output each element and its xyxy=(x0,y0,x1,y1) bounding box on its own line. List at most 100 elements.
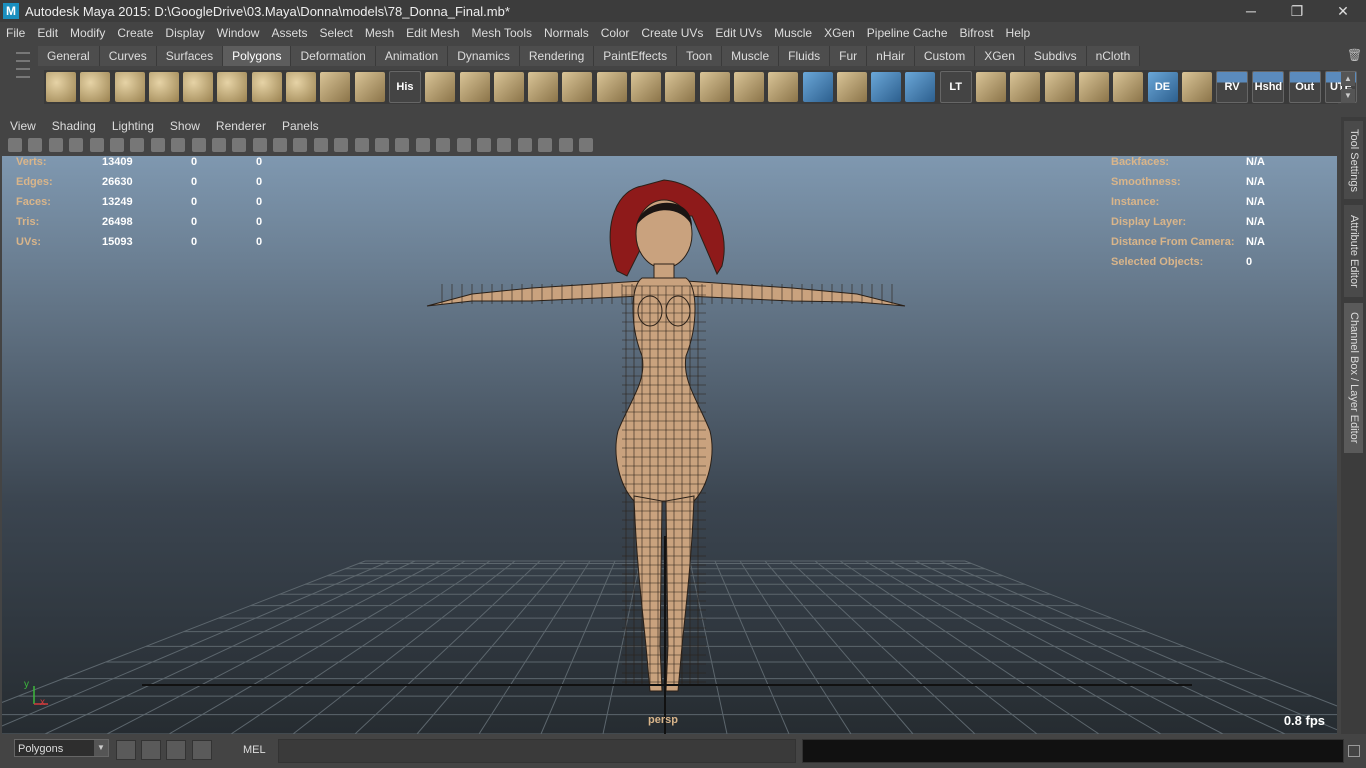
shelf-drag-handle[interactable] xyxy=(12,46,34,106)
scroll-down-icon[interactable]: ▼ xyxy=(1341,89,1355,103)
script-editor-icon[interactable] xyxy=(141,740,161,760)
menu-pipeline-cache[interactable]: Pipeline Cache xyxy=(861,26,954,40)
tab-subdivs[interactable]: Subdivs xyxy=(1024,46,1087,66)
separate-icon[interactable] xyxy=(699,72,730,102)
tab-deformation[interactable]: Deformation xyxy=(291,46,376,66)
ambient-occlusion-icon[interactable] xyxy=(395,138,410,152)
xray-icon[interactable] xyxy=(497,138,512,152)
menu-set-selector[interactable]: Polygons ▼ xyxy=(14,739,109,757)
uv-planar-icon[interactable] xyxy=(1044,72,1075,102)
menu-bifrost[interactable]: Bifrost xyxy=(954,26,1000,40)
bookmark-icon[interactable] xyxy=(48,138,63,152)
shadows-icon[interactable] xyxy=(375,138,390,152)
safe-title-icon[interactable] xyxy=(252,138,267,152)
menu-create-uvs[interactable]: Create UVs xyxy=(635,26,709,40)
tab-fur[interactable]: Fur xyxy=(830,46,868,66)
poly-cube-icon[interactable] xyxy=(80,72,111,102)
2d-pan-icon[interactable] xyxy=(89,138,104,152)
camera-attr-icon[interactable] xyxy=(28,138,43,152)
tab-curves[interactable]: Curves xyxy=(99,46,157,66)
uv-layout-icon[interactable] xyxy=(976,72,1007,102)
menu-mesh[interactable]: Mesh xyxy=(359,26,400,40)
out-icon[interactable]: Out xyxy=(1288,71,1321,103)
poly-cone-icon[interactable] xyxy=(148,72,179,102)
panel-menu-panels[interactable]: Panels xyxy=(274,119,327,133)
hshd-icon[interactable]: Hshd xyxy=(1252,71,1285,103)
tab-dynamics[interactable]: Dynamics xyxy=(448,46,520,66)
poly-pyramid-icon[interactable] xyxy=(251,72,282,102)
panel-menu-lighting[interactable]: Lighting xyxy=(104,119,162,133)
combine-icon[interactable] xyxy=(665,72,696,102)
shelf-scroll[interactable]: ▲ ▼ xyxy=(1341,72,1355,104)
menu-edit-uvs[interactable]: Edit UVs xyxy=(709,26,768,40)
menu-assets[interactable]: Assets xyxy=(265,26,313,40)
target-weld-icon[interactable] xyxy=(836,72,867,102)
safe-action-icon[interactable] xyxy=(232,138,247,152)
film-gate-icon[interactable] xyxy=(150,138,165,152)
tab-toon[interactable]: Toon xyxy=(677,46,723,66)
resolution-gate-icon[interactable] xyxy=(171,138,186,152)
menu-color[interactable]: Color xyxy=(595,26,636,40)
fill-hole-icon[interactable] xyxy=(733,72,764,102)
symmetry-icon[interactable] xyxy=(578,138,593,152)
gate-mask-icon[interactable] xyxy=(191,138,206,152)
perspective-viewport[interactable]: Verts: 13409 0 0 Edges: 26630 0 0 Faces: 13249 0 0 T… xyxy=(2,156,1337,734)
menu-modify[interactable]: Modify xyxy=(64,26,111,40)
tab-nhair[interactable]: nHair xyxy=(867,46,915,66)
wire-on-shaded-icon[interactable] xyxy=(313,138,328,152)
menu-edit[interactable]: Edit xyxy=(31,26,64,40)
lights-icon[interactable] xyxy=(354,138,369,152)
tab-ncloth[interactable]: nCloth xyxy=(1086,46,1141,66)
rv-icon[interactable]: RV xyxy=(1216,71,1249,103)
scroll-up-icon[interactable]: ▲ xyxy=(1341,72,1355,86)
menu-help[interactable]: Help xyxy=(1000,26,1037,40)
tab-painteffects[interactable]: PaintEffects xyxy=(594,46,678,66)
mesh-display-icon[interactable] xyxy=(802,72,833,102)
tab-attribute-editor[interactable]: Attribute Editor xyxy=(1344,205,1363,297)
poly-sphere-icon[interactable] xyxy=(46,72,76,102)
isolate-select-icon[interactable] xyxy=(476,138,491,152)
open-script-editor-icon[interactable] xyxy=(1348,745,1360,757)
mel-label[interactable]: MEL xyxy=(243,744,266,756)
poly-plane-icon[interactable] xyxy=(183,72,214,102)
menu-xgen[interactable]: XGen xyxy=(818,26,861,40)
tab-tool-settings[interactable]: Tool Settings xyxy=(1344,121,1363,199)
field-chart-icon[interactable] xyxy=(211,138,226,152)
split-icon[interactable] xyxy=(562,72,593,102)
panel-menu-show[interactable]: Show xyxy=(162,119,208,133)
trash-icon[interactable]: 🗑 xyxy=(1347,48,1362,62)
insert-loop-icon[interactable] xyxy=(596,72,627,102)
image-plane-icon[interactable] xyxy=(69,138,84,152)
camera-gate-icon[interactable] xyxy=(130,138,145,152)
uv-unfold-icon[interactable] xyxy=(1010,72,1041,102)
lattice-icon[interactable] xyxy=(905,72,936,102)
anti-alias-icon[interactable] xyxy=(436,138,451,152)
poly-torus-icon[interactable] xyxy=(217,72,248,102)
uv-spherical-icon[interactable] xyxy=(1113,72,1144,102)
panel-menu-view[interactable]: View xyxy=(2,119,44,133)
smooth-shade-icon[interactable] xyxy=(293,138,308,152)
menu-normals[interactable]: Normals xyxy=(538,26,595,40)
history-icon[interactable]: His xyxy=(388,71,421,103)
extrude-icon[interactable] xyxy=(425,72,456,102)
panel-menu-shading[interactable]: Shading xyxy=(44,119,104,133)
lt-icon[interactable]: LT xyxy=(939,71,972,103)
menu-mesh-tools[interactable]: Mesh Tools xyxy=(466,26,538,40)
create-polygon-icon[interactable] xyxy=(320,72,351,102)
panel-menu-renderer[interactable]: Renderer xyxy=(208,119,274,133)
uv-cylindrical-icon[interactable] xyxy=(1078,72,1109,102)
tab-surfaces[interactable]: Surfaces xyxy=(156,46,224,66)
backface-icon[interactable] xyxy=(538,138,553,152)
paint-select-icon[interactable] xyxy=(768,72,799,102)
menu-edit-mesh[interactable]: Edit Mesh xyxy=(400,26,465,40)
de-icon[interactable]: DE xyxy=(1147,72,1178,102)
depth-of-field-icon[interactable] xyxy=(456,138,471,152)
close-button[interactable]: ✕ xyxy=(1320,0,1366,22)
tab-animation[interactable]: Animation xyxy=(375,46,449,66)
transform-component-icon[interactable] xyxy=(871,72,902,102)
select-camera-icon[interactable] xyxy=(8,138,22,152)
restore-button[interactable]: ❐ xyxy=(1274,0,1320,22)
layer-editor-toggle-icon[interactable] xyxy=(192,740,212,760)
tab-custom[interactable]: Custom xyxy=(914,46,976,66)
uv-auto-icon[interactable] xyxy=(1181,72,1212,102)
